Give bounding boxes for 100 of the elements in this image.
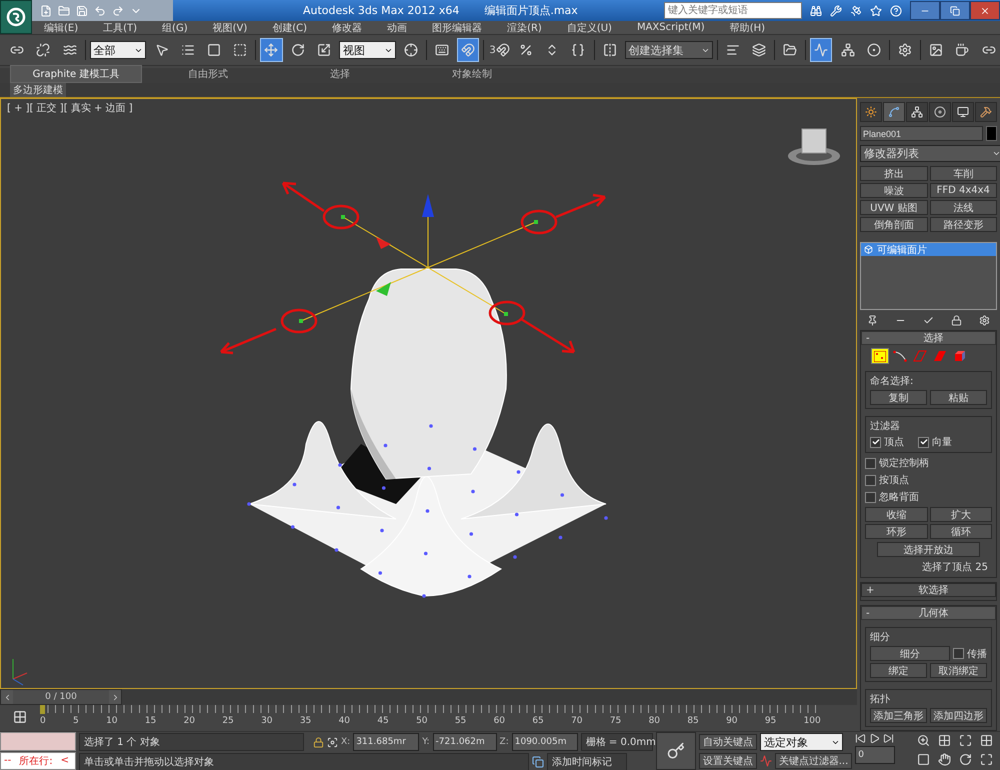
skip-back-icon[interactable] <box>855 733 866 744</box>
sub-object-level-icon[interactable] <box>891 348 909 364</box>
rollout-toggle[interactable]: + <box>866 584 876 596</box>
star-icon[interactable] <box>870 4 882 16</box>
menu-item[interactable]: MAXScript(M) <box>636 22 705 33</box>
previous-frame-icon[interactable] <box>1 690 13 704</box>
checkbox[interactable] <box>953 648 964 659</box>
toolbar-button[interactable]: 3 <box>488 38 511 62</box>
stack-item[interactable]: 可编辑面片 <box>861 243 996 256</box>
wrench-icon[interactable] <box>830 4 842 16</box>
add-time-tag-field[interactable]: 添加时间标记 <box>547 753 627 770</box>
modifier-button[interactable]: 法线 <box>930 200 997 215</box>
named-selection-button[interactable]: 复制 <box>870 390 927 405</box>
x-coordinate-field[interactable]: 311.685mr <box>353 733 420 751</box>
ribbon-tab[interactable]: 自由形式 <box>142 65 274 83</box>
modifier-button[interactable]: 倒角剖面 <box>860 217 928 232</box>
lock-icon[interactable] <box>951 314 962 326</box>
menu-item[interactable]: 帮助(H) <box>730 20 766 34</box>
script-input-field[interactable] <box>0 732 76 750</box>
maximize-button[interactable] <box>940 1 970 20</box>
set-key-mode-button[interactable]: 设置关键点 <box>698 753 757 769</box>
selection-button[interactable]: 扩大 <box>930 507 992 522</box>
ribbon-panel-label[interactable]: 多边形建模 <box>10 83 66 97</box>
modifier-button[interactable]: FFD 4x4x4 <box>930 183 997 198</box>
key-mode-dropdown[interactable]: 选定对象 <box>760 733 843 751</box>
object-name-field[interactable]: Plane001 <box>860 126 983 141</box>
checkbox[interactable] <box>865 474 876 486</box>
menu-item[interactable]: 修改器 <box>332 20 362 34</box>
frame-marker[interactable] <box>40 705 45 714</box>
checkbox[interactable] <box>865 458 876 468</box>
rollout-toggle[interactable]: - <box>866 608 876 618</box>
current-frame-field[interactable]: 0 <box>855 746 896 764</box>
skip-forward-icon[interactable] <box>883 733 894 744</box>
app-logo-icon[interactable] <box>0 0 32 34</box>
unbind-button[interactable]: 取消绑定 <box>930 663 987 678</box>
satellite-icon[interactable] <box>850 4 862 16</box>
select-open-edges-button[interactable]: 选择开放边 <box>877 542 980 557</box>
named-selection-button[interactable]: 粘贴 <box>930 390 987 405</box>
ribbon-tab[interactable]: 对象绘制 <box>406 65 538 83</box>
panel-tab[interactable] <box>883 102 905 122</box>
check-icon[interactable] <box>923 314 934 326</box>
lock-icon[interactable] <box>313 736 324 748</box>
toolbar-button[interactable] <box>810 38 832 62</box>
panel-tab[interactable] <box>906 102 928 122</box>
panel-tab[interactable] <box>975 102 997 122</box>
topology-button[interactable]: 添加三角形 <box>870 708 927 723</box>
modifier-button[interactable]: 挤出 <box>860 166 928 181</box>
toolbar-button[interactable] <box>260 38 283 62</box>
panel-tab[interactable] <box>952 102 974 122</box>
dropdown[interactable]: 全部 <box>90 41 146 59</box>
view-cube-icon[interactable] <box>788 128 840 165</box>
menu-item[interactable]: 创建(C) <box>272 20 308 34</box>
menu-item[interactable]: 工具(T) <box>103 20 138 34</box>
color-swatch[interactable] <box>986 126 997 141</box>
play-icon[interactable] <box>869 733 880 744</box>
checkbox[interactable] <box>865 492 876 502</box>
time-slider-track[interactable]: 0 / 100 <box>0 689 857 705</box>
dropdown[interactable]: 视图 <box>339 41 396 59</box>
panel-tab[interactable] <box>860 102 882 122</box>
set-key-button[interactable] <box>656 732 696 770</box>
binoculars-icon[interactable] <box>810 4 822 16</box>
search-field[interactable]: 键入关键字或短语 <box>664 2 802 19</box>
modifier-stack[interactable]: 可编辑面片 <box>860 242 997 310</box>
toolbar-button[interactable] <box>457 38 480 62</box>
bind-button[interactable]: 绑定 <box>870 663 927 678</box>
focus-icon[interactable] <box>327 736 338 748</box>
modifier-button[interactable]: UVW 贴图 <box>860 200 928 215</box>
checkbox[interactable] <box>918 436 929 448</box>
rollout-header[interactable]: - 选择 <box>861 331 996 345</box>
selection-button[interactable]: 循环 <box>930 524 992 539</box>
menu-item[interactable]: 组(G) <box>162 20 188 34</box>
time-tag-icon[interactable] <box>532 756 544 768</box>
menu-item[interactable]: 视图(V) <box>212 20 248 34</box>
checkbox[interactable] <box>870 436 881 448</box>
script-output-field[interactable]: -- 所在行: < <box>0 752 76 770</box>
modifier-button[interactable]: 车削 <box>930 166 997 181</box>
modifier-list-dropdown[interactable]: 修改器列表 <box>860 145 1000 162</box>
menu-item[interactable]: 编辑(E) <box>44 20 78 34</box>
topology-button[interactable]: 添加四边形 <box>930 708 987 723</box>
z-coordinate-field[interactable]: 1090.005m <box>512 733 578 751</box>
menu-item[interactable]: 自定义(U) <box>566 20 612 34</box>
y-coordinate-field[interactable]: -721.062m <box>432 733 497 751</box>
viewport-label[interactable]: [ + ][ 正交 ][ 真实 + 边面 ] <box>7 101 133 115</box>
dropdown[interactable]: 创建选择集 <box>624 41 713 59</box>
rollout-header[interactable]: - 几何体 <box>861 606 996 620</box>
selection-button[interactable]: 环形 <box>865 524 928 539</box>
sub-object-level-icon[interactable] <box>871 348 889 364</box>
modifier-button[interactable]: 噪波 <box>860 183 928 198</box>
modifier-button[interactable]: 路径变形 <box>930 217 997 232</box>
rollout-header[interactable]: + 软选择 <box>861 583 996 597</box>
annotated-gizmo-drawing[interactable] <box>220 182 606 354</box>
menu-item[interactable]: 图形编辑器 <box>432 20 482 34</box>
close-button[interactable] <box>970 1 1000 20</box>
settings-icon[interactable] <box>979 314 990 326</box>
panel-tab[interactable] <box>929 102 951 122</box>
viewport[interactable]: [ + ][ 正交 ][ 真实 + 边面 ] <box>0 98 857 689</box>
auto-key-button[interactable]: 自动关键点 <box>698 734 757 750</box>
menu-item[interactable]: 动画 <box>387 20 408 34</box>
key-filters-button[interactable]: 关键点过滤器... <box>774 753 852 769</box>
ribbon-tab[interactable]: 选择 <box>274 65 406 83</box>
